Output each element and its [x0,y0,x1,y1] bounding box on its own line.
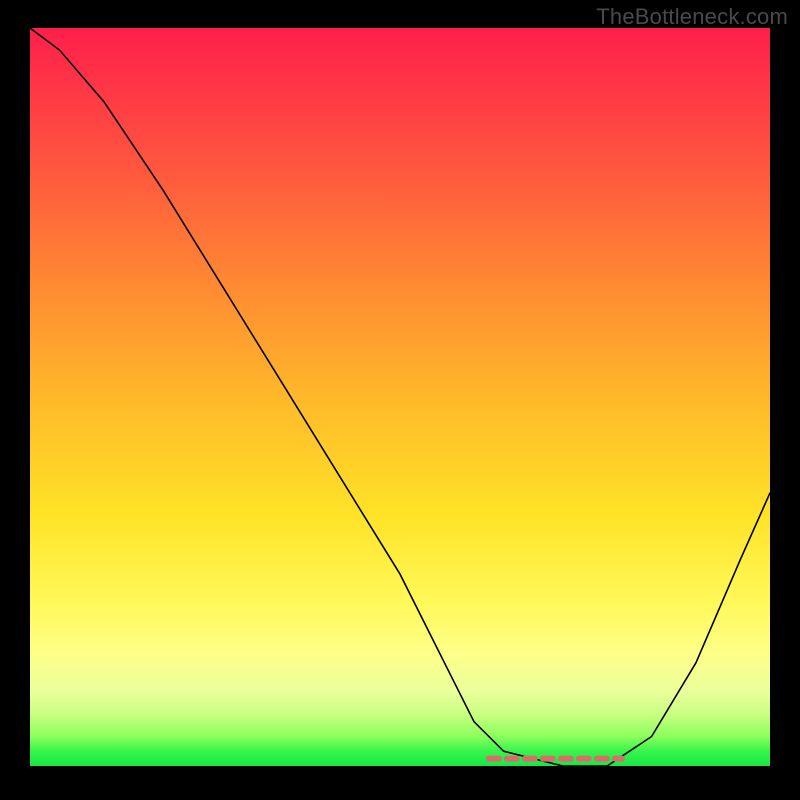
chart-frame: TheBottleneck.com [0,0,800,800]
watermark-text: TheBottleneck.com [596,4,788,30]
bottleneck-curve [30,28,770,766]
chart-plot-area [30,28,770,766]
chart-svg [30,28,770,766]
